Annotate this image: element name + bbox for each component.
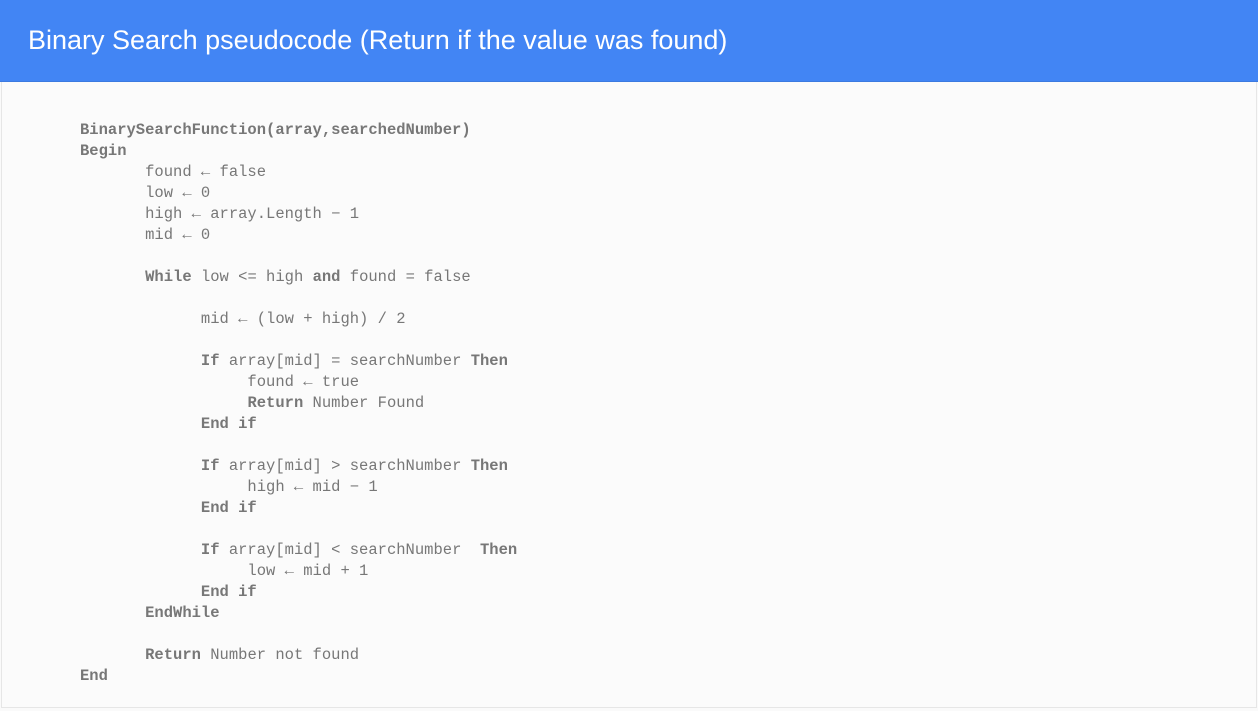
code-line: Return Number Found <box>80 394 424 412</box>
code-line: If array[mid] < searchNumber Then <box>80 541 517 559</box>
code-line: BinarySearchFunction(array,searchedNumbe… <box>80 121 471 139</box>
slide-title: Binary Search pseudocode (Return if the … <box>28 25 727 55</box>
code-line: Begin <box>80 142 127 160</box>
code-line: End if <box>80 415 257 433</box>
pseudocode-block: BinarySearchFunction(array,searchedNumbe… <box>80 120 1256 687</box>
slide-header: Binary Search pseudocode (Return if the … <box>0 0 1258 82</box>
code-line: mid ← 0 <box>80 226 210 244</box>
code-line: While low <= high and found = false <box>80 268 471 286</box>
code-line: found ← true <box>80 373 359 391</box>
code-line: End if <box>80 499 257 517</box>
code-line: EndWhile <box>80 604 220 622</box>
code-line: low ← mid + 1 <box>80 562 368 580</box>
code-line: Return Number not found <box>80 646 359 664</box>
code-line: found ← false <box>80 163 266 181</box>
code-line: low ← 0 <box>80 184 210 202</box>
code-line: End if <box>80 583 257 601</box>
code-line: End <box>80 667 108 685</box>
code-line: If array[mid] = searchNumber Then <box>80 352 508 370</box>
code-line: high ← array.Length − 1 <box>80 205 359 223</box>
code-line: mid ← (low + high) / 2 <box>80 310 406 328</box>
slide-content: BinarySearchFunction(array,searchedNumbe… <box>1 82 1257 708</box>
code-line: high ← mid − 1 <box>80 478 378 496</box>
code-line: If array[mid] > searchNumber Then <box>80 457 508 475</box>
